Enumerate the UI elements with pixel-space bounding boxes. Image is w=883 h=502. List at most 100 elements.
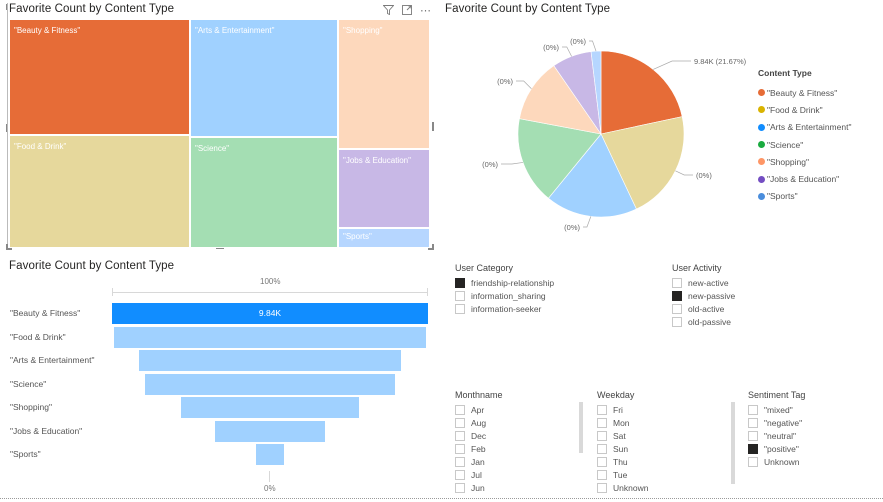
legend-item[interactable]: "Beauty & Fitness" (758, 84, 851, 101)
slicer-monthname[interactable]: Monthname Apr Aug Dec Feb Jan Jul Jun (455, 390, 503, 494)
checkbox-checked[interactable] (748, 443, 758, 454)
slicer-item[interactable]: information-seeker (455, 302, 554, 315)
monthname-scrollbar[interactable] (579, 402, 583, 453)
treemap-tile[interactable]: "Arts & Entertainment" (190, 19, 338, 137)
checkbox[interactable] (597, 469, 607, 480)
checkbox[interactable] (455, 456, 465, 467)
legend-item[interactable]: "Food & Drink" (758, 101, 851, 118)
pie-chart-visual[interactable]: Favorite Count by Content Type 9.84K (21… (440, 0, 883, 252)
slicer-item[interactable]: old-passive (672, 315, 735, 328)
resize-handle-right[interactable] (432, 122, 434, 131)
filter-icon[interactable] (382, 5, 395, 18)
checkbox[interactable] (748, 404, 758, 415)
slicer-item[interactable]: new-active (672, 276, 735, 289)
slicer-item[interactable]: "mixed" (748, 403, 805, 416)
treemap-tile[interactable]: "Beauty & Fitness" (9, 19, 190, 135)
legend-dot-icon (758, 123, 765, 131)
checkbox[interactable] (455, 469, 465, 480)
funnel-bar[interactable] (255, 444, 285, 465)
checkbox[interactable] (597, 404, 607, 415)
treemap-title: Favorite Count by Content Type (9, 3, 175, 15)
treemap-tile[interactable]: "Science" (190, 137, 338, 248)
legend-dot-icon (758, 158, 765, 166)
legend-title: Content Type (758, 68, 812, 78)
slicer-item[interactable]: Thu (597, 455, 648, 468)
slicer-item[interactable]: "positive" (748, 442, 805, 455)
treemap-tile[interactable]: "Jobs & Education" (338, 149, 430, 228)
slicer-weekday[interactable]: Weekday Fri Mon Sat Sun Thu Tue Unknown (597, 390, 648, 494)
checkbox[interactable] (672, 316, 682, 327)
slicer-title: Monthname (455, 390, 503, 400)
slicer-item[interactable]: Unknown (748, 455, 805, 468)
checkbox[interactable] (672, 277, 682, 288)
focus-mode-icon[interactable] (402, 5, 412, 18)
legend-item[interactable]: "Shopping" (758, 153, 851, 170)
slicer-item[interactable]: Dec (455, 429, 503, 442)
checkbox[interactable] (455, 417, 465, 428)
treemap-visual[interactable]: Favorite Count by Content Type ⋯ "Beauty… (0, 0, 440, 252)
funnel-bar[interactable] (214, 420, 326, 442)
checkbox[interactable] (672, 303, 682, 314)
checkbox[interactable] (748, 430, 758, 441)
funnel-bar[interactable] (138, 350, 402, 371)
slicer-item[interactable]: information_sharing (455, 289, 554, 302)
checkbox[interactable] (455, 303, 465, 314)
slicer-item[interactable]: Mon (597, 416, 648, 429)
slicer-item[interactable]: old-active (672, 302, 735, 315)
checkbox[interactable] (597, 482, 607, 493)
checkbox[interactable] (597, 430, 607, 441)
slicer-user-activity[interactable]: User Activity new-active new-passive old-a… (672, 263, 735, 328)
pie-data-label: (0%) (696, 171, 712, 180)
checkbox[interactable] (597, 417, 607, 428)
checkbox[interactable] (597, 443, 607, 454)
legend-label: "Arts & Entertainment" (767, 122, 852, 133)
legend-item[interactable]: "Sports" (758, 188, 851, 205)
legend-dot-icon (758, 175, 765, 183)
slicer-item[interactable]: friendship-relationship (455, 276, 554, 289)
slicer-item[interactable]: Jul (455, 468, 503, 481)
slicer-item[interactable]: Sat (597, 429, 648, 442)
funnel-visual[interactable]: Favorite Count by Content Type 100% "Bea… (0, 255, 440, 495)
slicer-item[interactable]: Aug (455, 416, 503, 429)
slicer-item[interactable]: Jun (455, 481, 503, 494)
funnel-bar[interactable] (180, 397, 360, 418)
slicer-item-label: new-active (688, 277, 729, 288)
legend-item[interactable]: "Science" (758, 136, 851, 153)
checkbox-checked[interactable] (672, 290, 682, 301)
treemap-tile[interactable]: "Shopping" (338, 19, 430, 149)
slicer-title: User Activity (672, 263, 722, 273)
slicer-item[interactable]: Apr (455, 403, 503, 416)
legend-item[interactable]: "Arts & Entertainment" (758, 119, 851, 136)
slicer-item[interactable]: "negative" (748, 416, 805, 429)
slicer-user-category[interactable]: User Category friendship-relationship inf… (455, 263, 554, 315)
checkbox-checked[interactable] (455, 277, 465, 288)
more-options-icon[interactable]: ⋯ (420, 6, 431, 17)
checkbox[interactable] (455, 290, 465, 301)
slicer-item[interactable]: Jan (455, 455, 503, 468)
slicer-item[interactable]: Tue (597, 468, 648, 481)
legend-item[interactable]: "Jobs & Education" (758, 170, 851, 187)
checkbox[interactable] (455, 443, 465, 454)
weekday-scrollbar[interactable] (731, 402, 735, 484)
slicer-item[interactable]: "neutral" (748, 429, 805, 442)
slicer-item[interactable]: Feb (455, 442, 503, 455)
funnel-category-label: "Science" (10, 378, 47, 389)
slicer-item[interactable]: Fri (597, 403, 648, 416)
slicer-item[interactable]: Sun (597, 442, 648, 455)
checkbox[interactable] (455, 404, 465, 415)
slicer-item[interactable]: Unknown (597, 481, 648, 494)
treemap-tile[interactable]: "Sports" (338, 228, 430, 248)
checkbox[interactable] (748, 456, 758, 467)
slicer-item-label: Jan (471, 456, 485, 467)
slicer-sentiment-tag[interactable]: Sentiment Tag "mixed" "negative" "neutral"… (748, 390, 805, 468)
checkbox[interactable] (455, 482, 465, 493)
treemap-tile[interactable]: "Food & Drink" (9, 135, 190, 248)
slicer-item[interactable]: new-passive (672, 289, 735, 302)
funnel-bar[interactable] (145, 373, 395, 395)
checkbox[interactable] (597, 456, 607, 467)
checkbox[interactable] (455, 430, 465, 441)
resize-handle-left[interactable] (6, 124, 7, 132)
funnel-bar[interactable]: 9.84K (112, 303, 428, 324)
checkbox[interactable] (748, 417, 758, 428)
funnel-bar[interactable] (114, 326, 426, 348)
